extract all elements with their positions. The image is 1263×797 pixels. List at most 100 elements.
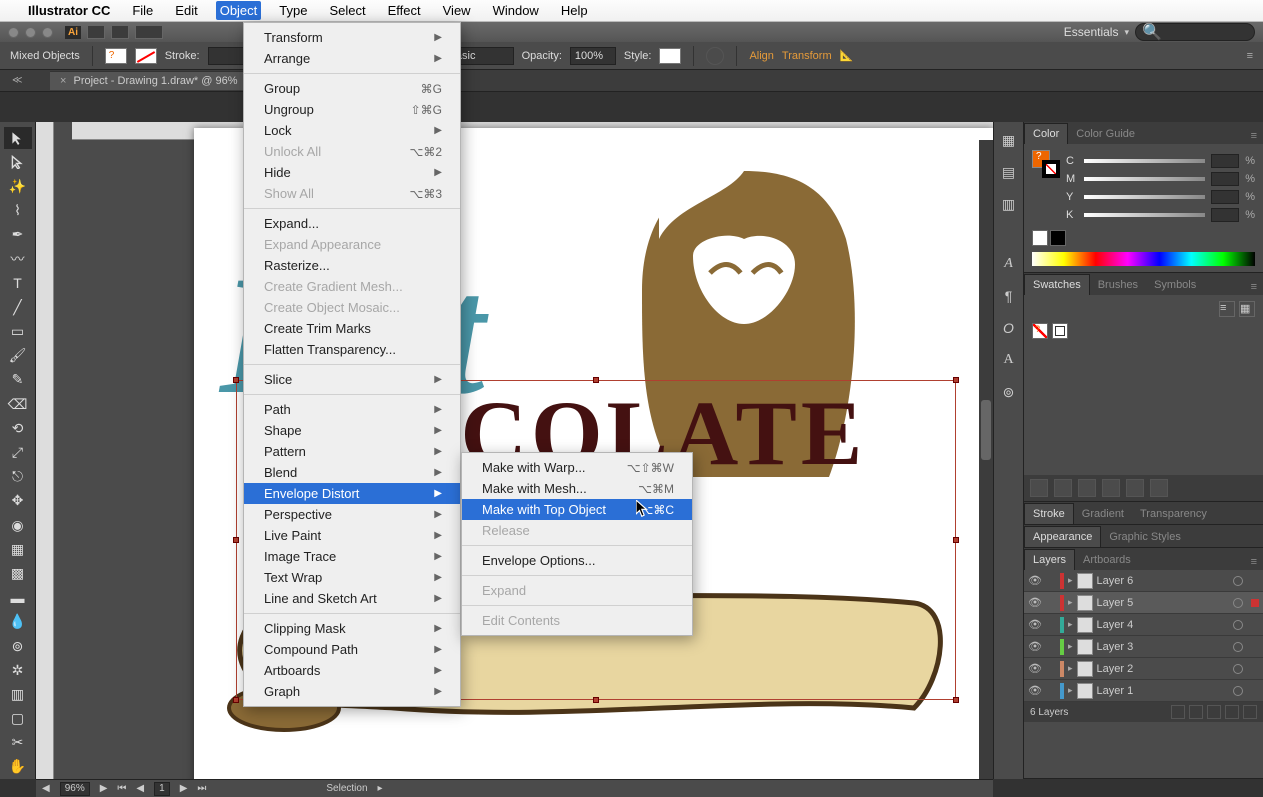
object-menu-image-trace[interactable]: Image Trace▶ — [244, 546, 460, 567]
color-value-y[interactable] — [1211, 190, 1239, 204]
blend-tool[interactable]: ⊚ — [4, 635, 32, 657]
free-transform-tool[interactable]: ✥ — [4, 490, 32, 512]
tab-symbols[interactable]: Symbols — [1146, 275, 1204, 295]
mac-menu-effect[interactable]: Effect — [384, 1, 425, 20]
tab-color[interactable]: Color — [1024, 123, 1068, 144]
column-graph-tool[interactable]: ▥ — [4, 683, 32, 705]
mac-menu-help[interactable]: Help — [557, 1, 592, 20]
vertical-scrollbar[interactable] — [979, 140, 993, 779]
stroke-swatch[interactable] — [135, 48, 157, 64]
swatch-registration[interactable] — [1052, 323, 1068, 339]
magic-wand-tool[interactable]: ✨ — [4, 175, 32, 197]
list-view-icon[interactable]: ≡ — [1219, 301, 1235, 317]
arrange-docs-icon[interactable] — [135, 25, 163, 39]
target-icon[interactable] — [1233, 620, 1243, 630]
object-menu-path[interactable]: Path▶ — [244, 399, 460, 420]
rectangle-tool[interactable]: ▭ — [4, 321, 32, 343]
zoom-out-icon[interactable]: ◀ — [42, 783, 50, 794]
dock-toggle-icon[interactable]: ≪ — [12, 75, 22, 86]
paragraph-icon[interactable]: ¶ — [997, 284, 1021, 308]
object-menu-compound-path[interactable]: Compound Path▶ — [244, 639, 460, 660]
expand-layer-icon[interactable]: ▸ — [1068, 597, 1073, 608]
type-tool[interactable]: T — [4, 272, 32, 294]
mac-menu-object[interactable]: Object — [216, 1, 262, 20]
color-slider-m[interactable] — [1084, 177, 1205, 181]
search-input[interactable]: 🔍 — [1135, 23, 1255, 41]
new-sublayer-icon[interactable] — [1207, 705, 1221, 719]
visibility-icon[interactable]: 👁 — [1028, 640, 1042, 653]
visibility-icon[interactable]: 👁 — [1028, 574, 1042, 587]
layer-row[interactable]: 👁▸Layer 3 — [1024, 636, 1263, 658]
layer-name[interactable]: Layer 4 — [1097, 619, 1229, 631]
object-menu-blend[interactable]: Blend▶ — [244, 462, 460, 483]
envelope-menu-envelope-options[interactable]: Envelope Options... — [462, 550, 692, 571]
slice-tool[interactable]: ✂ — [4, 732, 32, 754]
swatch-kind-icon[interactable] — [1054, 479, 1072, 497]
chevron-down-icon[interactable]: ▾ — [1124, 27, 1129, 38]
color-slider-y[interactable] — [1084, 195, 1205, 199]
libraries-icon[interactable]: ▤ — [997, 160, 1021, 184]
width-tool[interactable]: ⎋ — [4, 466, 32, 488]
links-icon[interactable]: ▥ — [997, 192, 1021, 216]
last-artboard-icon[interactable]: ⏭ — [197, 783, 206, 794]
object-menu-clipping-mask[interactable]: Clipping Mask▶ — [244, 618, 460, 639]
object-menu-shape[interactable]: Shape▶ — [244, 420, 460, 441]
document-tab[interactable]: × Project - Drawing 1.draw* @ 96% — [50, 71, 249, 90]
mac-menu-file[interactable]: File — [128, 1, 157, 20]
envelope-menu-make-with-top-object[interactable]: Make with Top Object⌥⌘C — [462, 499, 692, 520]
color-value-m[interactable] — [1211, 172, 1239, 186]
layer-row[interactable]: 👁▸Layer 2 — [1024, 658, 1263, 680]
layer-row[interactable]: 👁▸Layer 5 — [1024, 592, 1263, 614]
isolate-icon[interactable]: 📐 — [840, 49, 858, 63]
paintbrush-tool[interactable]: 🖌 — [4, 345, 32, 367]
locate-object-icon[interactable] — [1171, 705, 1185, 719]
eraser-tool[interactable]: ⌫ — [4, 393, 32, 415]
white-swatch[interactable] — [1032, 230, 1048, 246]
selection-tool[interactable] — [4, 127, 32, 149]
eyedropper-tool[interactable]: 💧 — [4, 611, 32, 633]
zoom-in-icon[interactable]: ▶ — [100, 783, 108, 794]
curvature-tool[interactable]: 〰 — [4, 248, 32, 270]
character-icon[interactable]: A — [997, 252, 1021, 276]
first-artboard-icon[interactable]: ⏮ — [117, 783, 126, 794]
expand-layer-icon[interactable]: ▸ — [1068, 685, 1073, 696]
next-artboard-icon[interactable]: ▶ — [180, 783, 188, 794]
cc-libraries-icon[interactable]: ⊚ — [997, 380, 1021, 404]
object-menu-artboards[interactable]: Artboards▶ — [244, 660, 460, 681]
object-menu-line-and-sketch-art[interactable]: Line and Sketch Art▶ — [244, 588, 460, 609]
envelope-menu-make-with-warp[interactable]: Make with Warp...⌥⇧⌘W — [462, 457, 692, 478]
stock-icon[interactable] — [111, 25, 129, 39]
color-value-c[interactable] — [1211, 154, 1239, 168]
expand-layer-icon[interactable]: ▸ — [1068, 641, 1073, 652]
pen-tool[interactable]: ✒ — [4, 224, 32, 246]
tab-gradient[interactable]: Gradient — [1074, 504, 1132, 524]
graphic-style-swatch[interactable] — [659, 48, 681, 64]
visibility-icon[interactable]: 👁 — [1028, 684, 1042, 697]
layer-name[interactable]: Layer 1 — [1097, 685, 1229, 697]
layer-name[interactable]: Layer 5 — [1097, 597, 1229, 609]
delete-layer-icon[interactable] — [1243, 705, 1257, 719]
envelope-menu-make-with-mesh[interactable]: Make with Mesh...⌥⌘M — [462, 478, 692, 499]
object-menu-envelope-distort[interactable]: Envelope Distort▶ — [244, 483, 460, 504]
symbol-sprayer-tool[interactable]: ✲ — [4, 659, 32, 681]
mac-menu-view[interactable]: View — [439, 1, 475, 20]
expand-layer-icon[interactable]: ▸ — [1068, 663, 1073, 674]
gradient-tool[interactable]: ▬ — [4, 587, 32, 609]
visibility-icon[interactable]: 👁 — [1028, 662, 1042, 675]
object-menu-graph[interactable]: Graph▶ — [244, 681, 460, 702]
expand-layer-icon[interactable]: ▸ — [1068, 575, 1073, 586]
stroke-weight-input[interactable] — [208, 47, 248, 65]
object-menu-hide[interactable]: Hide▶ — [244, 162, 460, 183]
target-icon[interactable] — [1233, 664, 1243, 674]
tab-transparency[interactable]: Transparency — [1132, 504, 1215, 524]
fill-stroke-indicator[interactable]: ? — [1032, 150, 1060, 178]
lasso-tool[interactable]: ⌇ — [4, 200, 32, 222]
object-menu-pattern[interactable]: Pattern▶ — [244, 441, 460, 462]
object-menu-rasterize[interactable]: Rasterize... — [244, 255, 460, 276]
mac-menu-edit[interactable]: Edit — [171, 1, 201, 20]
color-slider-k[interactable] — [1084, 213, 1205, 217]
tab-brushes[interactable]: Brushes — [1090, 275, 1146, 295]
visibility-icon[interactable]: 👁 — [1028, 618, 1042, 631]
layer-name[interactable]: Layer 6 — [1097, 575, 1229, 587]
object-menu-ungroup[interactable]: Ungroup⇧⌘G — [244, 99, 460, 120]
